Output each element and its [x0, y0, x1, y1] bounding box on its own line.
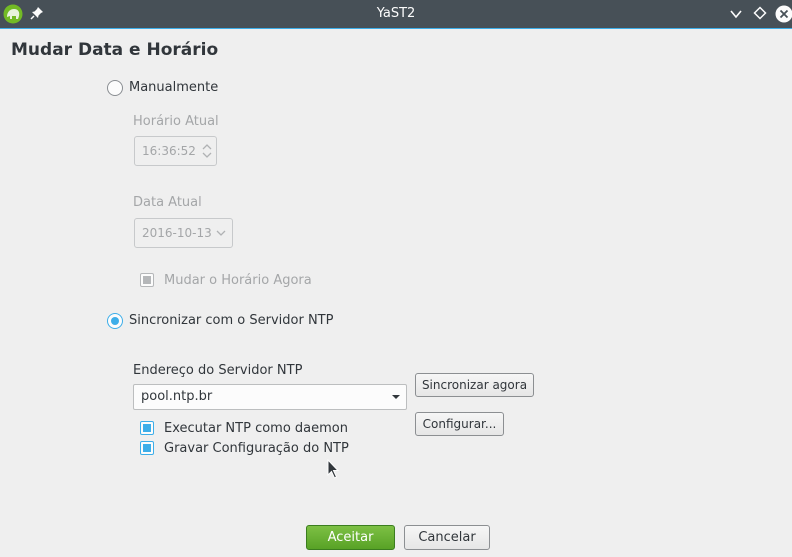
- save-ntp-config-label[interactable]: Gravar Configuração do NTP: [164, 441, 349, 456]
- accept-button[interactable]: Aceitar: [306, 525, 395, 550]
- current-time-value: 16:36:52: [142, 144, 196, 158]
- ntp-server-value: pool.ntp.br: [141, 389, 213, 404]
- ntp-sync-radio-label[interactable]: Sincronizar com o Servidor NTP: [129, 313, 333, 328]
- sync-now-button[interactable]: Sincronizar agora: [415, 373, 534, 397]
- spin-arrows-icon: [202, 144, 212, 158]
- window-titlebar: YaST2: [0, 0, 792, 29]
- window-title: YaST2: [376, 6, 416, 21]
- maximize-icon[interactable]: [753, 6, 767, 20]
- change-time-now-label: Mudar o Horário Agora: [164, 273, 312, 288]
- mouse-cursor-icon: [327, 459, 340, 479]
- minimize-icon[interactable]: [729, 7, 743, 21]
- page-title: Mudar Data e Horário: [11, 40, 219, 60]
- ntp-server-combo[interactable]: pool.ntp.br: [133, 384, 407, 410]
- current-time-field: 16:36:52: [134, 136, 217, 166]
- cancel-button[interactable]: Cancelar: [404, 525, 490, 550]
- ntp-server-label: Endereço do Servidor NTP: [133, 363, 303, 378]
- close-icon[interactable]: [775, 5, 792, 23]
- change-time-now-checkbox: [140, 273, 154, 287]
- save-ntp-config-checkbox[interactable]: [140, 441, 154, 455]
- ntp-daemon-label[interactable]: Executar NTP como daemon: [164, 421, 348, 436]
- chevron-down-icon: [216, 230, 226, 236]
- manual-radio-label[interactable]: Manualmente: [129, 80, 218, 95]
- ntp-sync-radio[interactable]: [107, 313, 123, 329]
- dropdown-arrow-icon[interactable]: [392, 395, 400, 399]
- manual-radio[interactable]: [107, 80, 123, 96]
- current-date-field: 2016-10-13: [134, 218, 233, 248]
- current-date-value: 2016-10-13: [142, 226, 212, 240]
- ntp-daemon-checkbox[interactable]: [140, 421, 154, 435]
- current-time-label: Horário Atual: [133, 114, 219, 129]
- current-date-label: Data Atual: [133, 195, 202, 210]
- configure-button[interactable]: Configurar...: [415, 412, 504, 436]
